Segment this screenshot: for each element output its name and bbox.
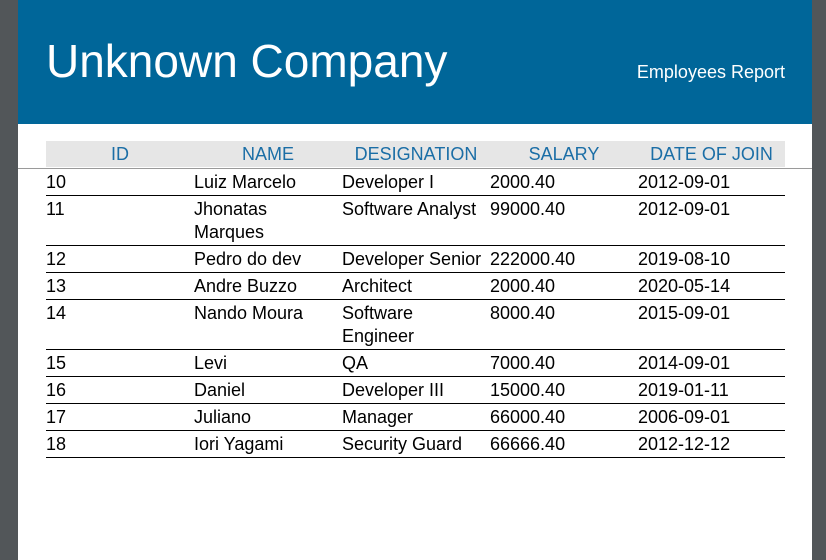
- cell-id: 15: [46, 353, 67, 373]
- cell-designation: Developer I: [342, 172, 435, 192]
- cell-name: Levi: [194, 353, 228, 373]
- cell-name: Nando Moura: [194, 303, 304, 323]
- cell-id: 14: [46, 303, 67, 323]
- cell-name: Andre Buzzo: [194, 276, 298, 296]
- cell-name: Iori Yagami: [194, 434, 284, 454]
- table-row: 10 Luiz Marcelo Developer I 2000.40 2012…: [46, 169, 785, 196]
- cell-salary: 2000.40: [490, 276, 556, 296]
- table-row: 17 Juliano Manager 66000.40 2006-09-01: [46, 404, 785, 431]
- cell-salary: 15000.40: [490, 380, 566, 400]
- column-header-name: NAME: [241, 144, 294, 164]
- cell-designation: Software Analyst: [342, 199, 477, 219]
- column-header-designation: DESIGNATION: [354, 144, 478, 164]
- cell-salary: 99000.40: [490, 199, 566, 219]
- cell-date-of-join: 2019-01-11: [638, 380, 729, 400]
- cell-salary: 2000.40: [490, 172, 556, 192]
- cell-salary: 222000.40: [490, 249, 576, 269]
- cell-date-of-join: 2006-09-01: [638, 407, 731, 427]
- table-row: 12 Pedro do dev Developer Senior 222000.…: [46, 246, 785, 273]
- cell-salary: 7000.40: [490, 353, 556, 373]
- cell-date-of-join: 2014-09-01: [638, 353, 731, 373]
- table-row: 13 Andre Buzzo Architect 2000.40 2020-05…: [46, 273, 785, 300]
- cell-salary: 66000.40: [490, 407, 566, 427]
- cell-id: 16: [46, 380, 67, 400]
- cell-date-of-join: 2015-09-01: [638, 303, 731, 323]
- cell-name: Daniel: [194, 380, 246, 400]
- table-row: 11 Jhonatas Marques Software Analyst 990…: [46, 196, 785, 246]
- cell-date-of-join: 2012-09-01: [638, 172, 731, 192]
- cell-salary: 8000.40: [490, 303, 556, 323]
- cell-designation: Developer Senior: [342, 249, 482, 269]
- cell-date-of-join: 2020-05-14: [638, 276, 731, 296]
- cell-name: Pedro do dev: [194, 249, 302, 269]
- cell-id: 17: [46, 407, 67, 427]
- column-header-date-of-join: DATE OF JOIN: [650, 144, 773, 164]
- cell-designation: Developer III: [342, 380, 445, 400]
- cell-name: Jhonatas Marques: [194, 199, 268, 242]
- cell-date-of-join: 2019-08-10: [638, 249, 731, 269]
- report-header: Unknown Company Employees Report: [18, 0, 812, 124]
- cell-name: Juliano: [194, 407, 252, 427]
- column-header-salary: SALARY: [528, 144, 600, 164]
- cell-id: 13: [46, 276, 67, 296]
- cell-date-of-join: 2012-09-01: [638, 199, 731, 219]
- column-header-id: ID: [111, 144, 129, 164]
- cell-name: Luiz Marcelo: [194, 172, 297, 192]
- cell-salary: 66666.40: [490, 434, 566, 454]
- cell-designation: Manager: [342, 407, 414, 427]
- cell-designation: Security Guard: [342, 434, 463, 454]
- company-name: Unknown Company: [46, 35, 448, 87]
- cell-designation: Software Engineer: [342, 303, 415, 346]
- report-title: Employees Report: [636, 62, 785, 82]
- employee-table-body: 10 Luiz Marcelo Developer I 2000.40 2012…: [46, 169, 785, 458]
- cell-id: 12: [46, 249, 67, 269]
- cell-id: 11: [46, 199, 65, 219]
- table-row: 15 Levi QA 7000.40 2014-09-01: [46, 350, 785, 377]
- table-row: 14 Nando Moura Software Engineer 8000.40…: [46, 300, 785, 350]
- table-row: 18 Iori Yagami Security Guard 66666.40 2…: [46, 431, 785, 458]
- cell-id: 18: [46, 434, 67, 454]
- cell-designation: Architect: [342, 276, 413, 296]
- cell-date-of-join: 2012-12-12: [638, 434, 731, 454]
- table-header: ID NAME DESIGNATION SALARY DATE OF JOIN: [46, 141, 785, 167]
- cell-id: 10: [46, 172, 67, 192]
- report-page: Unknown Company Employees Report ID NAME…: [18, 0, 812, 560]
- cell-designation: QA: [342, 353, 369, 373]
- table-row: 16 Daniel Developer III 15000.40 2019-01…: [46, 377, 785, 404]
